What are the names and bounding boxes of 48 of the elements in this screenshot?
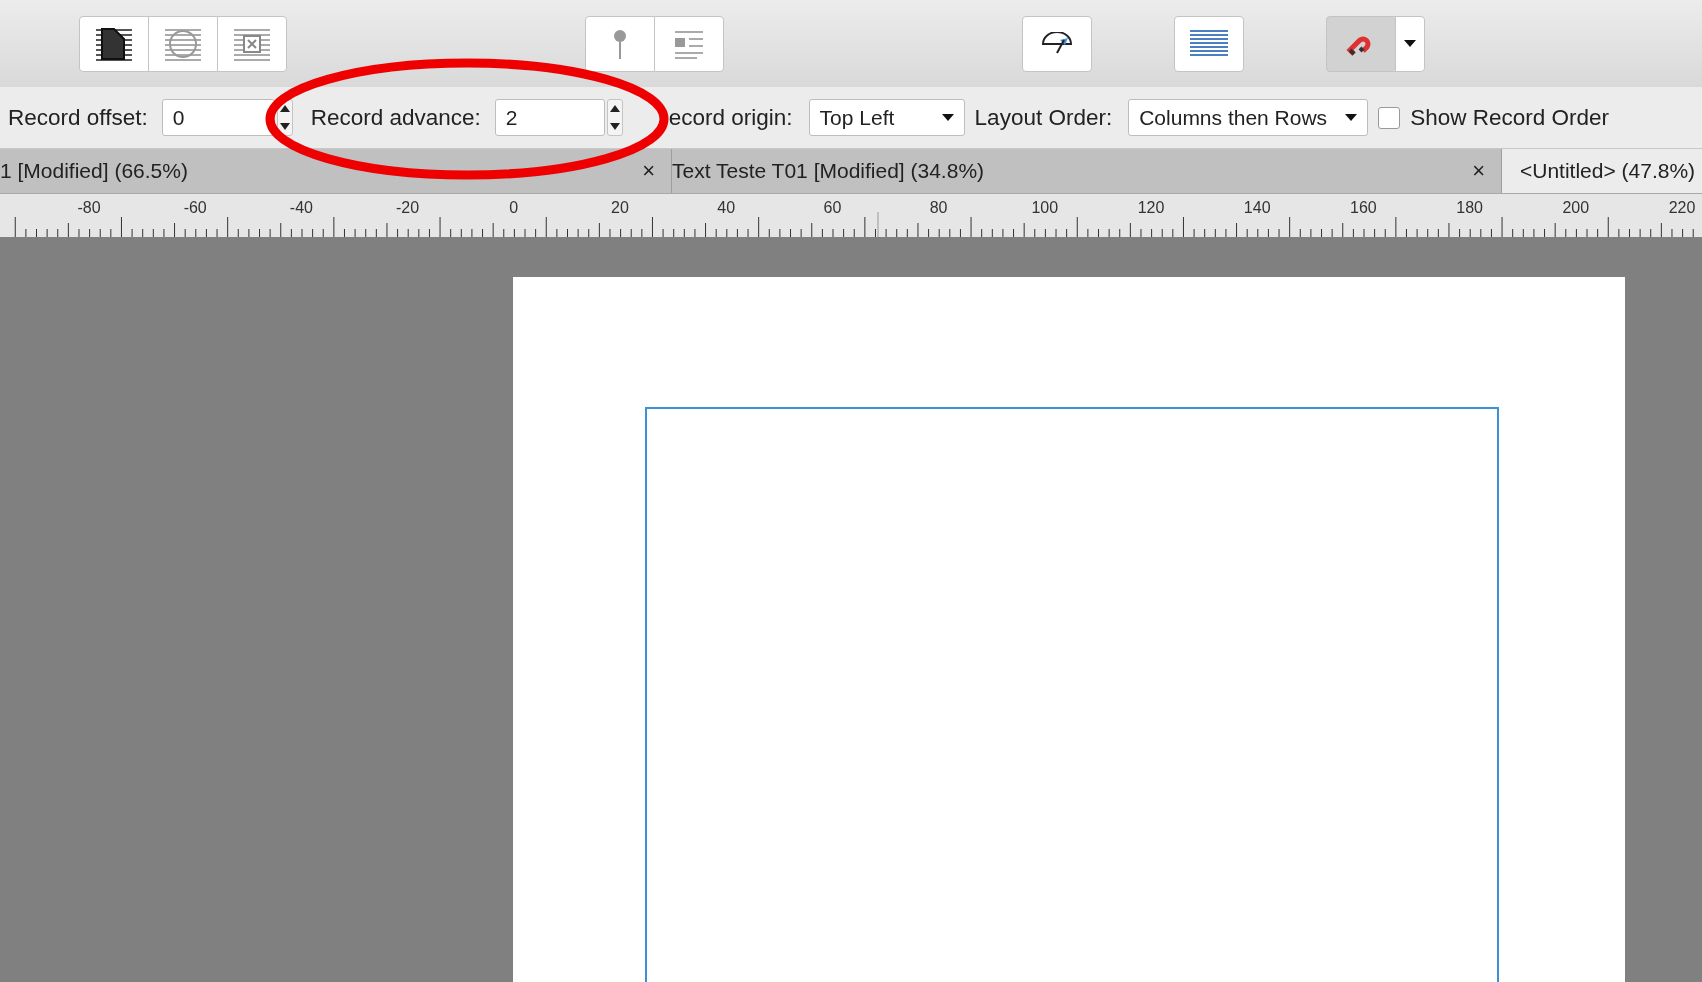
number-field[interactable]: 0 bbox=[161, 99, 275, 136]
ruler-label: 200 bbox=[1562, 199, 1590, 217]
field-label: Record offset: bbox=[8, 104, 148, 131]
number-field[interactable]: 2 bbox=[494, 99, 605, 136]
field-label: Record advance: bbox=[310, 104, 481, 131]
document-tab[interactable]: Text Teste T01 [Modified] (34.8%) × bbox=[672, 149, 1502, 193]
pin-icon bbox=[612, 28, 628, 59]
down-arrow-icon bbox=[609, 122, 620, 130]
ruler-label: 80 bbox=[929, 199, 948, 217]
document-tab[interactable]: 1 [Modified] (66.5%) × bbox=[0, 149, 672, 193]
caret-icon bbox=[941, 113, 954, 122]
ruler-label: -20 bbox=[396, 199, 420, 217]
lines-icon bbox=[1190, 28, 1228, 59]
toolbar-button[interactable] bbox=[79, 15, 149, 72]
page-icon bbox=[96, 26, 132, 61]
ruler-label: -60 bbox=[183, 199, 207, 217]
ruler-label: 120 bbox=[1137, 199, 1165, 217]
circle-icon bbox=[165, 26, 201, 61]
down-arrow-icon bbox=[279, 122, 290, 130]
checkbox[interactable] bbox=[1378, 106, 1401, 129]
spinner-button[interactable] bbox=[606, 99, 623, 136]
ruler-label: -40 bbox=[289, 199, 313, 217]
ruler-label: 140 bbox=[1243, 199, 1271, 217]
up-arrow-icon bbox=[609, 105, 620, 113]
caret-icon bbox=[1345, 113, 1358, 122]
ruler-label: -80 bbox=[77, 199, 101, 217]
field-label: ecord origin: bbox=[668, 104, 793, 131]
dropdown-button[interactable] bbox=[1395, 15, 1425, 72]
field-label: Layout Order: bbox=[974, 104, 1113, 131]
checkbox-label: Show Record Order bbox=[1410, 104, 1610, 131]
crossed-box-icon bbox=[234, 26, 270, 61]
ruler-label: 160 bbox=[1350, 199, 1377, 217]
toolbar-button[interactable] bbox=[1022, 15, 1092, 72]
ruler-label: 180 bbox=[1456, 199, 1483, 217]
ruler-label: 100 bbox=[1031, 199, 1059, 217]
ruler-label: 220 bbox=[1668, 199, 1696, 217]
document-tab[interactable]: <Untitled> (47.8%) bbox=[1502, 149, 1702, 193]
ruler-label: 40 bbox=[717, 199, 736, 217]
ruler-label: 0 bbox=[509, 199, 519, 217]
ruler-label: 20 bbox=[611, 199, 629, 217]
dropdown[interactable]: Top Left bbox=[808, 99, 965, 136]
caret-icon bbox=[1404, 39, 1416, 48]
gauge-icon bbox=[1040, 31, 1074, 56]
close-icon[interactable]: × bbox=[1472, 158, 1485, 184]
ruler-label: 60 bbox=[823, 199, 842, 217]
up-arrow-icon bbox=[279, 105, 290, 113]
close-icon[interactable]: × bbox=[642, 158, 655, 184]
dropdown[interactable]: Columns then Rows bbox=[1128, 99, 1369, 136]
